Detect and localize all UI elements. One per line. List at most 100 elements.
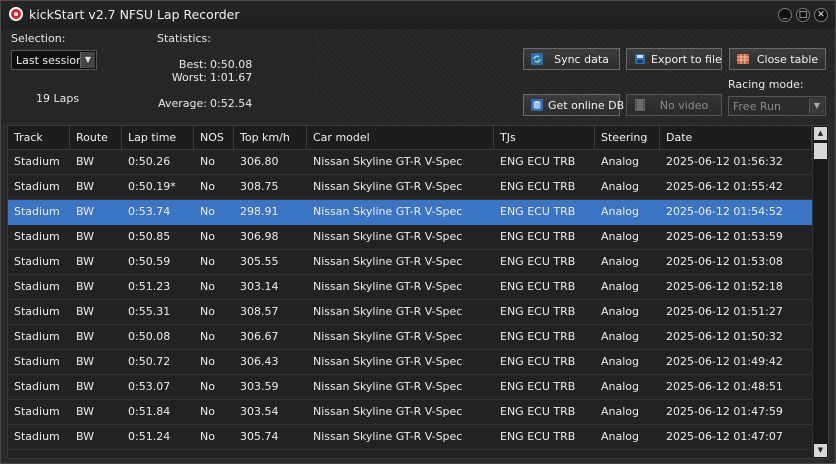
cell-date: 2025-06-12 01:50:32 (666, 330, 783, 343)
cell-tjs: ENG ECU TRB (500, 255, 576, 268)
header-col-nos[interactable]: NOS (194, 126, 234, 150)
scroll-down-icon[interactable]: ▼ (814, 444, 827, 457)
vertical-scrollbar[interactable]: ▲ ▼ (812, 126, 828, 458)
close-table-label: Close table (756, 53, 819, 66)
sync-data-button[interactable]: Sync data (523, 48, 620, 70)
cell-top-speed: 305.55 (240, 255, 279, 268)
cell-car-model: Nissan Skyline GT-R V-Spec (313, 305, 463, 318)
selection-label: Selection: (11, 32, 66, 45)
table-row[interactable]: Stadium BW 0:50.72 No 306.43 Nissan Skyline G… (8, 350, 812, 375)
cell-route: BW (76, 305, 95, 318)
header-col-top-speed[interactable]: Top km/h (234, 126, 307, 150)
app-logo-icon (9, 7, 23, 21)
cell-route: BW (76, 330, 95, 343)
cell-nos: No (200, 230, 215, 243)
close-button[interactable]: ✕ (814, 8, 828, 22)
cell-steering: Analog (601, 230, 640, 243)
cell-lap-time: 0:53.74 (128, 205, 171, 218)
cell-date: 2025-06-12 01:47:59 (666, 405, 783, 418)
cell-track: Stadium (14, 430, 60, 443)
cell-car-model: Nissan Skyline GT-R V-Spec (313, 180, 463, 193)
cell-date: 2025-06-12 01:48:51 (666, 380, 783, 393)
best-value: 0:50.08 (210, 58, 253, 71)
no-video-button[interactable]: No video (626, 94, 722, 116)
cell-route: BW (76, 255, 95, 268)
cell-date: 2025-06-12 01:51:27 (666, 305, 783, 318)
header-col-route[interactable]: Route (70, 126, 122, 150)
cell-car-model: Nissan Skyline GT-R V-Spec (313, 280, 463, 293)
cell-date: 2025-06-12 01:53:08 (666, 255, 783, 268)
cell-steering: Analog (601, 355, 640, 368)
table-row[interactable]: Stadium BW 0:55.31 No 308.57 Nissan Skyline G… (8, 300, 812, 325)
header-col-car-model[interactable]: Car model (307, 126, 494, 150)
header-col-lap-time[interactable]: Lap time (122, 126, 194, 150)
cell-route: BW (76, 405, 95, 418)
scrollbar-thumb[interactable] (814, 143, 827, 159)
cell-steering: Analog (601, 405, 640, 418)
cell-date: 2025-06-12 01:53:59 (666, 230, 783, 243)
table-row[interactable]: Stadium BW 0:51.23 No 303.14 Nissan Skyline G… (8, 275, 812, 300)
maximize-button[interactable]: □ (796, 8, 810, 22)
worst-value: 1:01.67 (210, 71, 253, 84)
cell-lap-time: 0:50.19* (128, 180, 176, 193)
cell-nos: No (200, 205, 215, 218)
cell-steering: Analog (601, 280, 640, 293)
cell-lap-time: 0:53.07 (128, 380, 171, 393)
cell-nos: No (200, 155, 215, 168)
racing-mode-dropdown[interactable]: Free Run ▼ (728, 96, 826, 116)
title-bar[interactable]: kickStart v2.7 NFSU Lap Recorder _ □ ✕ (1, 1, 835, 29)
cell-nos: No (200, 305, 215, 318)
cell-steering: Analog (601, 255, 640, 268)
cell-steering: Analog (601, 305, 640, 318)
table-row[interactable]: Stadium BW 0:50.26 No 306.80 Nissan Skyline G… (8, 150, 812, 175)
table-row[interactable]: Stadium BW 0:50.19* No 308.75 Nissan Skyline … (8, 175, 812, 200)
best-label: Best: (178, 58, 207, 71)
header-col-date[interactable]: Date (660, 126, 812, 150)
cell-car-model: Nissan Skyline GT-R V-Spec (313, 405, 463, 418)
average-label: Average: (158, 97, 207, 110)
cell-lap-time: 0:50.59 (128, 255, 171, 268)
cell-car-model: Nissan Skyline GT-R V-Spec (313, 355, 463, 368)
cell-route: BW (76, 230, 95, 243)
cell-top-speed: 306.80 (240, 155, 279, 168)
cell-track: Stadium (14, 405, 60, 418)
export-to-file-button[interactable]: Export to file (626, 48, 722, 70)
cell-lap-time: 0:50.26 (128, 155, 171, 168)
cell-track: Stadium (14, 155, 60, 168)
minimize-button[interactable]: _ (778, 8, 792, 22)
table-row[interactable]: Stadium BW 0:50.85 No 306.98 Nissan Skyline G… (8, 225, 812, 250)
window-title: kickStart v2.7 NFSU Lap Recorder (29, 7, 240, 22)
cell-tjs: ENG ECU TRB (500, 355, 576, 368)
table-row[interactable]: Stadium BW 0:53.74 No 298.91 Nissan Skyline G… (8, 200, 812, 225)
cell-top-speed: 303.59 (240, 380, 279, 393)
header-col-track[interactable]: Track (8, 126, 70, 150)
cell-top-speed: 298.91 (240, 205, 279, 218)
cell-date: 2025-06-12 01:54:52 (666, 205, 783, 218)
table-row[interactable]: Stadium BW 0:50.59 No 305.55 Nissan Skyline G… (8, 250, 812, 275)
header-col-steering[interactable]: Steering (595, 126, 660, 150)
cell-top-speed: 306.67 (240, 330, 279, 343)
cell-top-speed: 303.54 (240, 405, 279, 418)
table-row[interactable]: Stadium BW 0:51.84 No 303.54 Nissan Skyline G… (8, 400, 812, 425)
header-col-tjs[interactable]: TJs (494, 126, 595, 150)
cell-tjs: ENG ECU TRB (500, 430, 576, 443)
cell-nos: No (200, 380, 215, 393)
table-row[interactable]: Stadium BW 0:53.07 No 303.59 Nissan Skyline G… (8, 375, 812, 400)
app-window: kickStart v2.7 NFSU Lap Recorder _ □ ✕ S… (0, 0, 836, 464)
cell-nos: No (200, 355, 215, 368)
table-row[interactable]: Stadium BW 0:51.24 No 305.74 Nissan Skyline G… (8, 425, 812, 450)
selection-dropdown[interactable]: Last session ▼ (11, 50, 97, 70)
close-table-button[interactable]: Close table (729, 48, 826, 70)
cell-tjs: ENG ECU TRB (500, 230, 576, 243)
scroll-up-icon[interactable]: ▲ (814, 127, 827, 140)
racing-mode-value: Free Run (733, 100, 781, 113)
cell-track: Stadium (14, 380, 60, 393)
cell-lap-time: 0:51.24 (128, 430, 171, 443)
cell-nos: No (200, 330, 215, 343)
cell-tjs: ENG ECU TRB (500, 205, 576, 218)
get-online-db-button[interactable]: Get online DB (523, 94, 624, 116)
cell-steering: Analog (601, 330, 640, 343)
table-row[interactable]: Stadium BW 0:50.08 No 306.67 Nissan Skyline G… (8, 325, 812, 350)
worst-label: Worst: (171, 71, 207, 84)
cell-tjs: ENG ECU TRB (500, 280, 576, 293)
